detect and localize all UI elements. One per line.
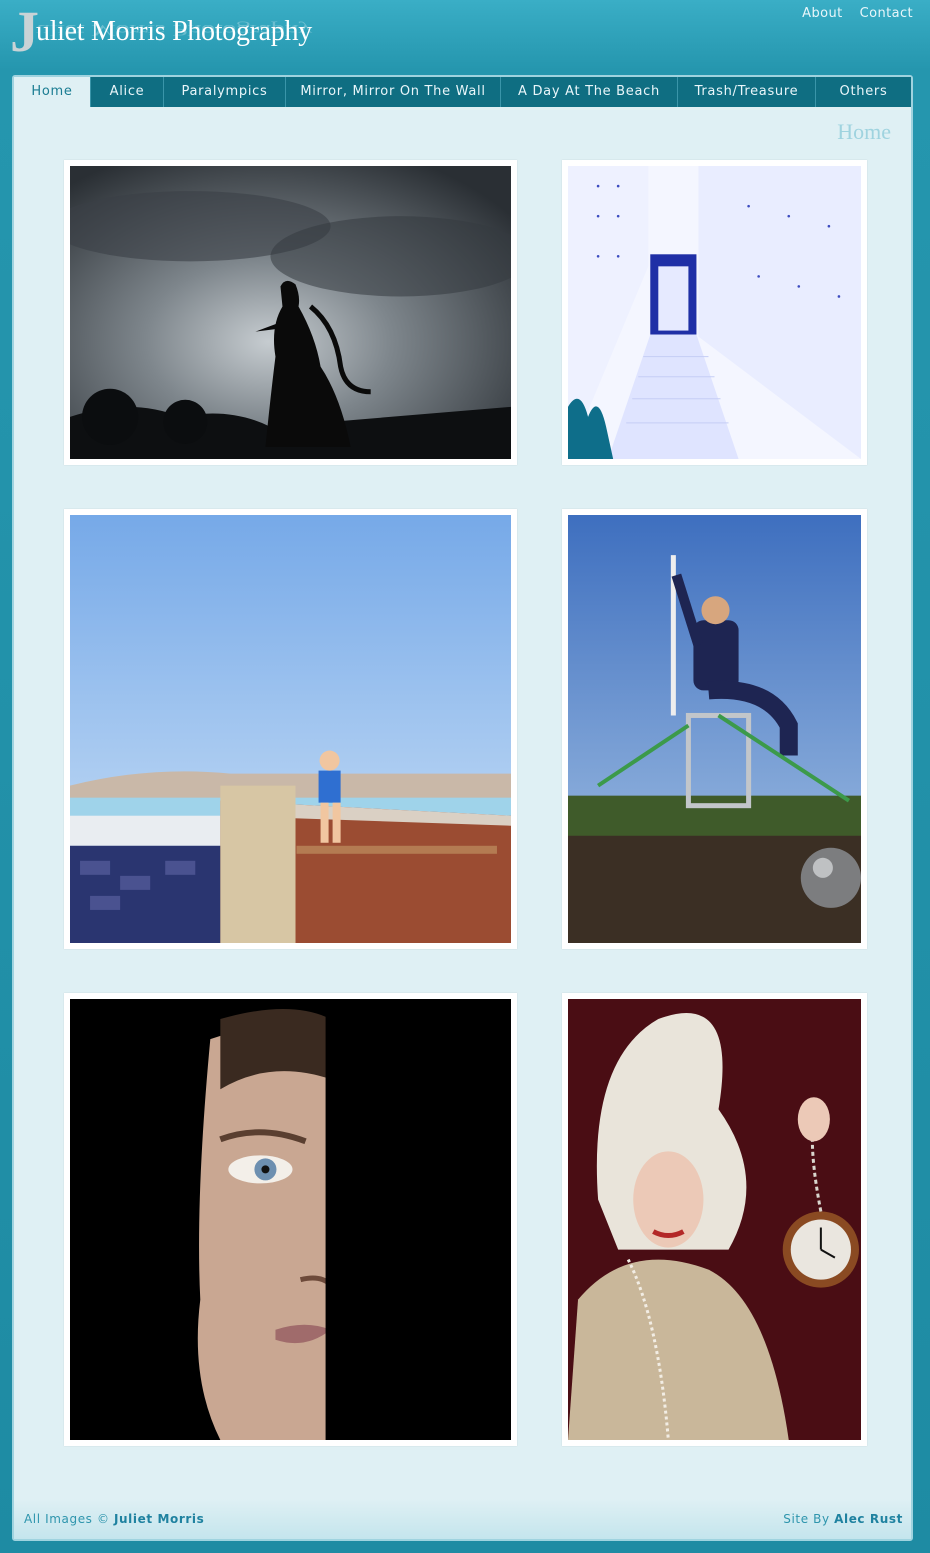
photo-beach-boy[interactable]: [64, 509, 517, 949]
photo-white-stairs[interactable]: [562, 160, 867, 465]
footer-designer-link[interactable]: Alec Rust: [834, 1512, 903, 1526]
tab-beach[interactable]: A Day At The Beach: [501, 77, 678, 107]
photo-marie-antoinette[interactable]: [562, 993, 867, 1446]
main-panel: Home Alice Paralympics Mirror, Mirror On…: [12, 75, 913, 1541]
tab-others[interactable]: Others: [816, 77, 911, 107]
contact-link[interactable]: Contact: [860, 6, 913, 21]
tab-mirror[interactable]: Mirror, Mirror On The Wall: [286, 77, 501, 107]
tab-trash-treasure[interactable]: Trash/Treasure: [678, 77, 816, 107]
photo-silhouette[interactable]: [64, 160, 517, 465]
top-links: About Contact: [802, 6, 913, 21]
footer-copyright-prefix: All Images ©: [24, 1512, 110, 1526]
beach-boy-image: [70, 515, 511, 943]
site-footer: All Images © Juliet Morris Site By Alec …: [14, 1499, 911, 1539]
tab-paralympics[interactable]: Paralympics: [164, 77, 286, 107]
footer-author-name[interactable]: Juliet Morris: [114, 1512, 204, 1526]
footer-credit-prefix: Site By: [783, 1512, 830, 1526]
site-logo[interactable]: J uliet Morris Photography uliet Morris …: [10, 3, 350, 61]
photo-paralympian[interactable]: [562, 509, 867, 949]
photo-half-face[interactable]: [64, 993, 517, 1446]
footer-credit: Site By Alec Rust: [783, 1512, 903, 1526]
half-face-image: [70, 999, 511, 1440]
logo-reflection: uliet Morris Photography: [36, 20, 312, 38]
main-nav: Home Alice Paralympics Mirror, Mirror On…: [14, 77, 911, 107]
footer-copyright: All Images © Juliet Morris: [24, 1512, 204, 1526]
tab-home[interactable]: Home: [14, 77, 91, 107]
paralympian-image: [568, 515, 861, 943]
about-link[interactable]: About: [802, 6, 842, 21]
stairs-image: [568, 166, 861, 459]
wig-clock-image: [568, 999, 861, 1440]
page-title: Home: [837, 119, 891, 144]
tab-alice[interactable]: Alice: [91, 77, 164, 107]
silhouette-image: [70, 166, 511, 459]
